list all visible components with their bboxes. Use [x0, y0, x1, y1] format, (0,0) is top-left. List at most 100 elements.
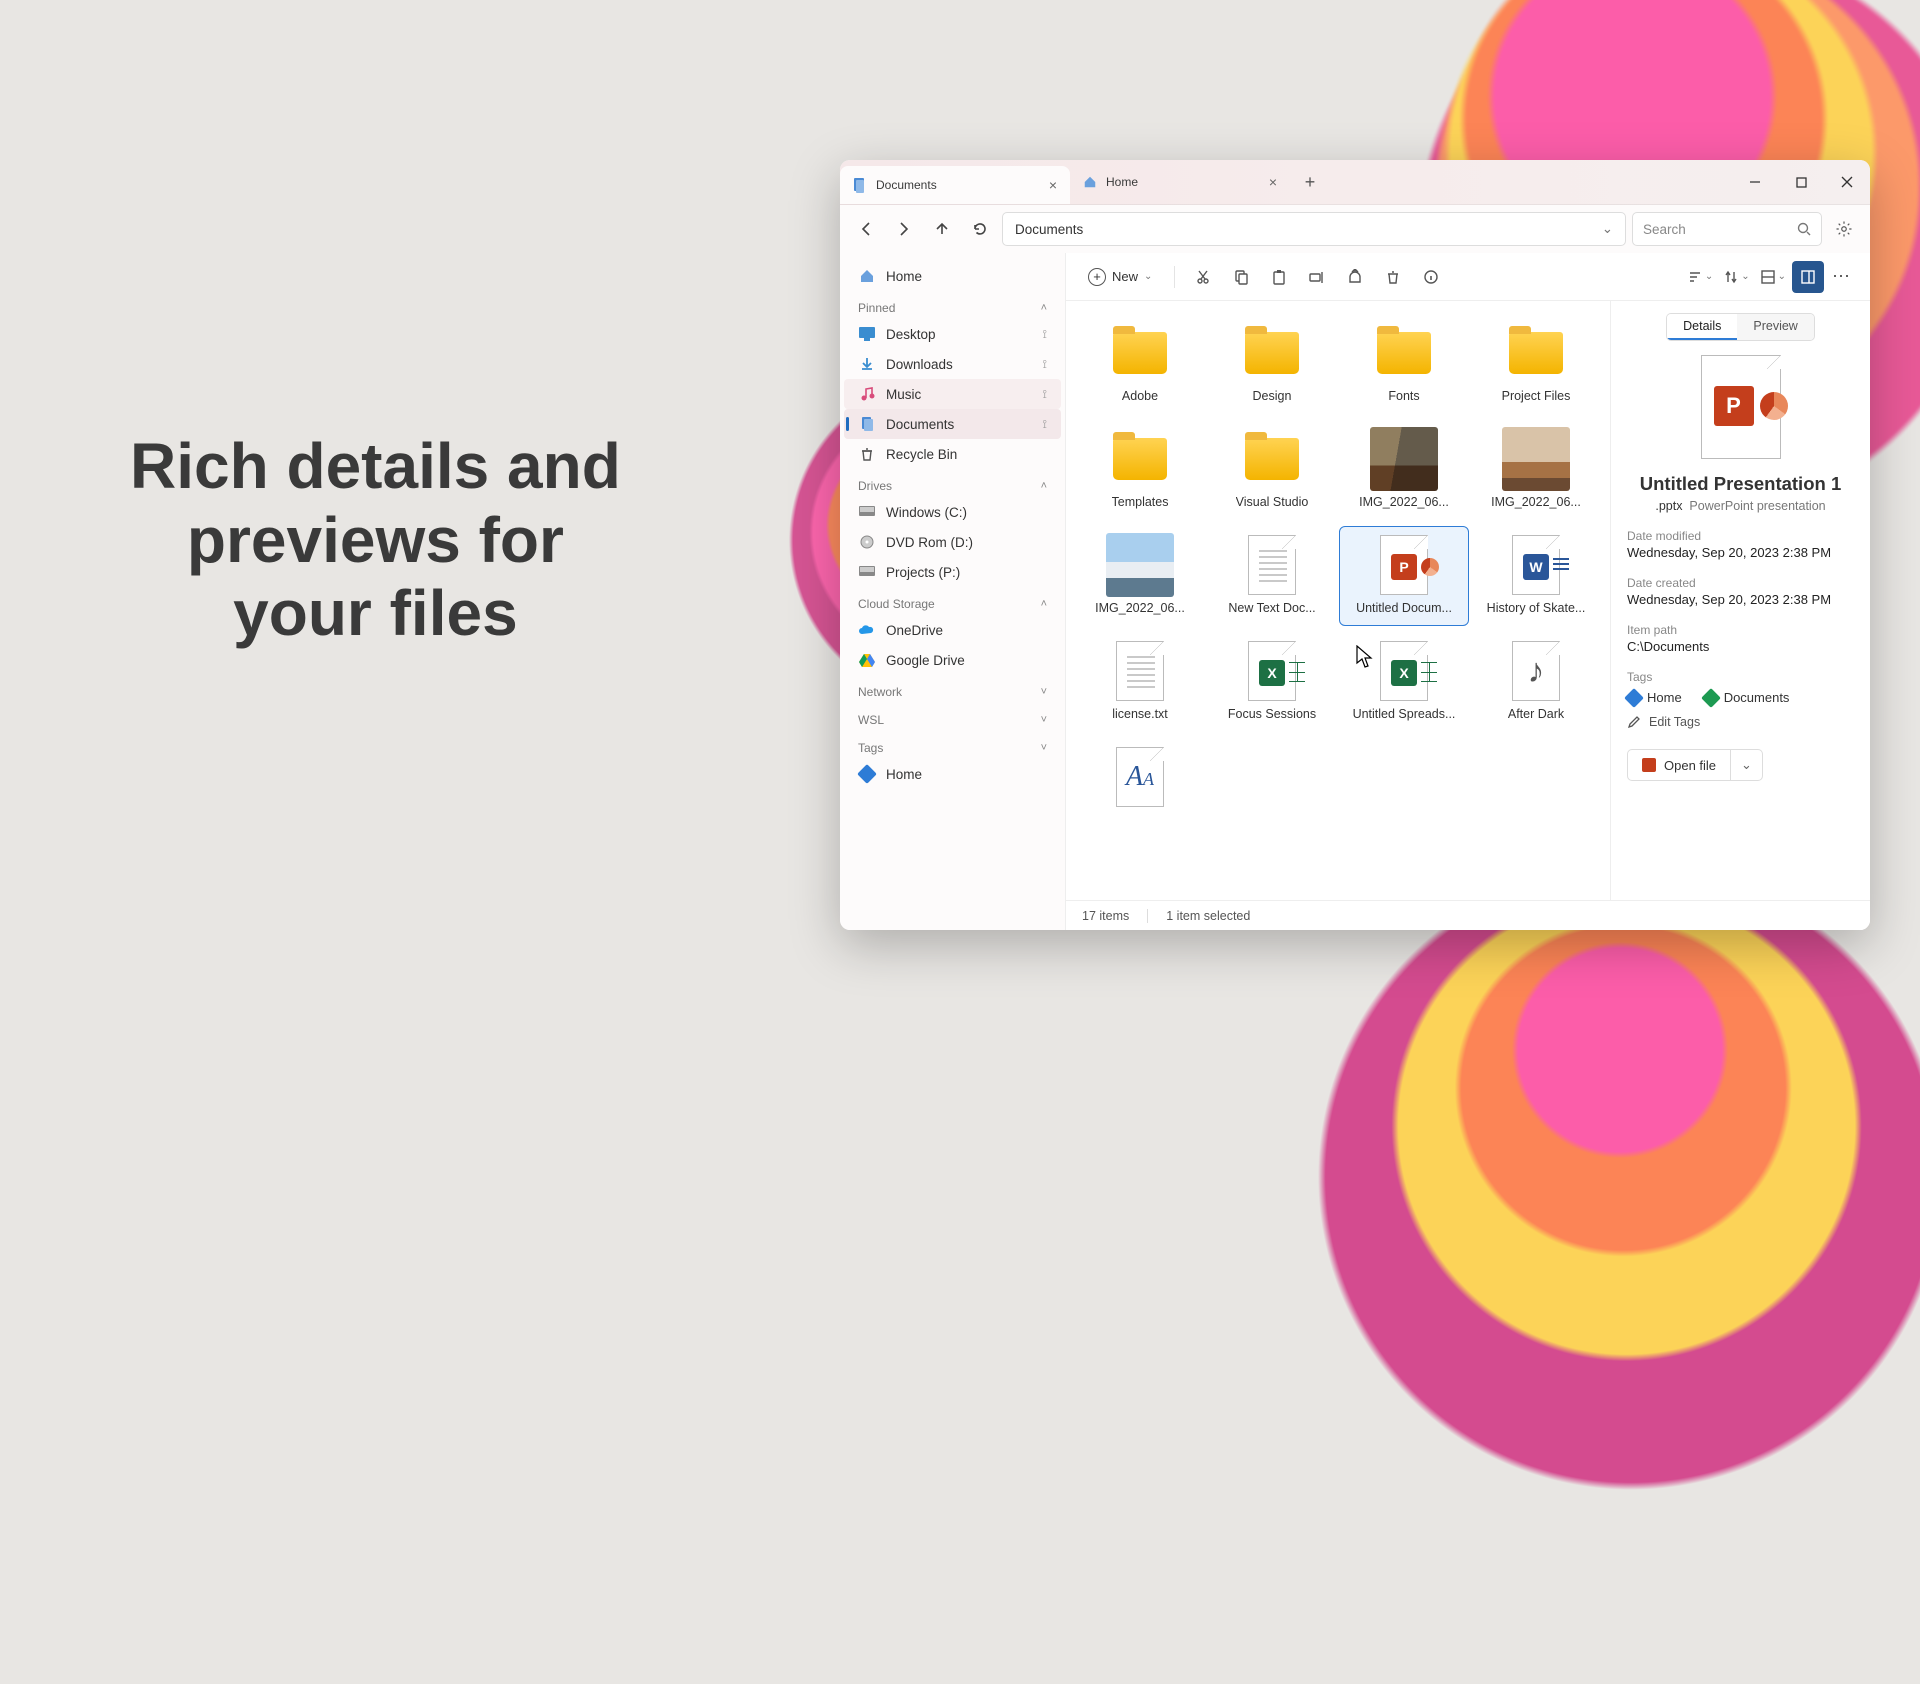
- titlebar: Documents × Home × +: [840, 160, 1870, 205]
- file-item[interactable]: X Focus Sessions: [1208, 633, 1336, 731]
- sidebar-item-drive-c[interactable]: Windows (C:): [844, 497, 1061, 527]
- details-title: Untitled Presentation 1: [1627, 473, 1854, 495]
- sidebar-header-tags[interactable]: Tags˅: [844, 731, 1061, 759]
- file-item[interactable]: P Untitled Docum...: [1340, 527, 1468, 625]
- file-item[interactable]: Fonts: [1340, 315, 1468, 413]
- close-icon[interactable]: ×: [1049, 177, 1057, 193]
- file-item[interactable]: AA: [1076, 739, 1204, 823]
- address-bar[interactable]: Documents ⌄: [1002, 212, 1626, 246]
- tag-icon: [1624, 688, 1644, 708]
- sidebar-header-network[interactable]: Network˅: [844, 675, 1061, 703]
- file-item[interactable]: Design: [1208, 315, 1336, 413]
- tag-home[interactable]: Home: [1627, 690, 1682, 705]
- rename-button[interactable]: [1301, 261, 1333, 293]
- folder-icon: [1106, 431, 1174, 487]
- maximize-button[interactable]: [1778, 160, 1824, 204]
- pin-icon[interactable]: ⟟: [1043, 357, 1047, 372]
- delete-button[interactable]: [1377, 261, 1409, 293]
- tag-documents[interactable]: Documents: [1704, 690, 1790, 705]
- file-item[interactable]: Visual Studio: [1208, 421, 1336, 519]
- sidebar-item-music[interactable]: Music⟟: [844, 379, 1061, 409]
- close-window-button[interactable]: [1824, 160, 1870, 204]
- documents-icon: [852, 177, 868, 193]
- layout-button[interactable]: ⌄: [1756, 265, 1790, 289]
- sidebar-item-tag-home[interactable]: Home: [844, 759, 1061, 789]
- file-label: History of Skate...: [1487, 601, 1586, 615]
- sidebar-item-onedrive[interactable]: OneDrive: [844, 615, 1061, 645]
- tag-icon: [1701, 688, 1721, 708]
- sidebar-header-drives[interactable]: Drives˄: [844, 469, 1061, 497]
- file-item[interactable]: IMG_2022_06...: [1076, 527, 1204, 625]
- sidebar-header-wsl[interactable]: WSL˅: [844, 703, 1061, 731]
- item-count: 17 items: [1082, 909, 1129, 923]
- search-input[interactable]: Search: [1632, 212, 1822, 246]
- sidebar-item-googledrive[interactable]: Google Drive: [844, 645, 1061, 675]
- sort-button[interactable]: ⌄: [1683, 265, 1717, 289]
- sidebar-item-downloads[interactable]: Downloads⟟: [844, 349, 1061, 379]
- file-item[interactable]: Templates: [1076, 421, 1204, 519]
- created-value: Wednesday, Sep 20, 2023 2:38 PM: [1627, 592, 1854, 607]
- new-tab-button[interactable]: +: [1290, 160, 1330, 204]
- file-label: Project Files: [1502, 389, 1571, 403]
- sidebar-header-cloud[interactable]: Cloud Storage˄: [844, 587, 1061, 615]
- ppt-icon: P: [1370, 537, 1438, 593]
- file-item[interactable]: IMG_2022_06...: [1472, 421, 1600, 519]
- copy-button[interactable]: [1225, 261, 1257, 293]
- paste-button[interactable]: [1263, 261, 1295, 293]
- preview-tab[interactable]: Preview: [1737, 314, 1813, 340]
- open-file-dropdown[interactable]: ⌄: [1730, 750, 1762, 780]
- file-item[interactable]: X Untitled Spreads...: [1340, 633, 1468, 731]
- sidebar-header-pinned[interactable]: Pinned˄: [844, 291, 1061, 319]
- file-label: IMG_2022_06...: [1491, 495, 1581, 509]
- forward-button[interactable]: [888, 213, 920, 245]
- cut-button[interactable]: [1187, 261, 1219, 293]
- pin-icon[interactable]: ⟟: [1043, 417, 1047, 432]
- file-item[interactable]: ♪ After Dark: [1472, 633, 1600, 731]
- txt-icon: [1106, 643, 1174, 699]
- new-button[interactable]: + New ⌄: [1078, 263, 1162, 291]
- file-item[interactable]: W History of Skate...: [1472, 527, 1600, 625]
- up-button[interactable]: [926, 213, 958, 245]
- details-pane-button[interactable]: [1792, 261, 1824, 293]
- selection-count: 1 item selected: [1166, 909, 1250, 923]
- file-item[interactable]: IMG_2022_06...: [1340, 421, 1468, 519]
- file-item[interactable]: license.txt: [1076, 633, 1204, 731]
- sidebar-item-home[interactable]: Home: [844, 261, 1061, 291]
- file-item[interactable]: Adobe: [1076, 315, 1204, 413]
- sidebar-item-documents[interactable]: Documents⟟: [844, 409, 1061, 439]
- home-icon: [1082, 174, 1098, 190]
- file-label: IMG_2022_06...: [1095, 601, 1185, 615]
- file-item[interactable]: New Text Doc...: [1208, 527, 1336, 625]
- file-item[interactable]: Project Files: [1472, 315, 1600, 413]
- photo1-icon: [1370, 431, 1438, 487]
- file-grid[interactable]: Adobe Design Fonts Project Files Templat…: [1066, 301, 1610, 900]
- minimize-button[interactable]: [1732, 160, 1778, 204]
- audio-icon: ♪: [1502, 643, 1570, 699]
- tab-documents[interactable]: Documents ×: [840, 166, 1070, 204]
- chevron-down-icon[interactable]: ⌄: [1602, 221, 1613, 237]
- details-tab[interactable]: Details: [1667, 314, 1737, 340]
- close-icon[interactable]: ×: [1269, 174, 1277, 190]
- pin-icon[interactable]: ⟟: [1043, 387, 1047, 402]
- refresh-button[interactable]: [964, 213, 996, 245]
- open-file-button[interactable]: Open file ⌄: [1627, 749, 1763, 781]
- photo2-icon: [1502, 431, 1570, 487]
- navbar: Documents ⌄ Search: [840, 205, 1870, 253]
- view-button[interactable]: ⌄: [1719, 265, 1753, 289]
- back-button[interactable]: [850, 213, 882, 245]
- properties-button[interactable]: [1415, 261, 1447, 293]
- powerpoint-icon: [1642, 758, 1656, 772]
- sidebar-item-drive-p[interactable]: Projects (P:): [844, 557, 1061, 587]
- pin-icon[interactable]: ⟟: [1043, 327, 1047, 342]
- tab-home[interactable]: Home ×: [1070, 160, 1290, 204]
- settings-button[interactable]: [1828, 213, 1860, 245]
- more-button[interactable]: ⋯: [1826, 261, 1858, 293]
- edit-tags-button[interactable]: Edit Tags: [1627, 715, 1854, 729]
- sidebar-item-recyclebin[interactable]: Recycle Bin: [844, 439, 1061, 469]
- xls-icon: X: [1370, 643, 1438, 699]
- sidebar-item-drive-d[interactable]: DVD Rom (D:): [844, 527, 1061, 557]
- sidebar-item-desktop[interactable]: Desktop⟟: [844, 319, 1061, 349]
- chevron-down-icon: ⌄: [1778, 271, 1786, 282]
- share-button[interactable]: [1339, 261, 1371, 293]
- file-label: Design: [1253, 389, 1292, 403]
